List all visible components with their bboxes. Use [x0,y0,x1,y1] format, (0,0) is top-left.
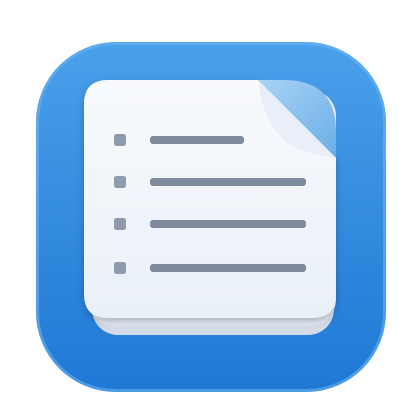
list-bullet-icon [114,134,126,146]
icon-stage [0,0,420,420]
list-line [150,136,244,144]
list-line [150,264,306,272]
list-bullet-icon [114,176,126,188]
list-line [150,178,306,186]
list-bullet-icon [114,218,126,230]
list-line [150,220,306,228]
list-bullet-icon [114,262,126,274]
document-list-app-icon [36,42,386,392]
